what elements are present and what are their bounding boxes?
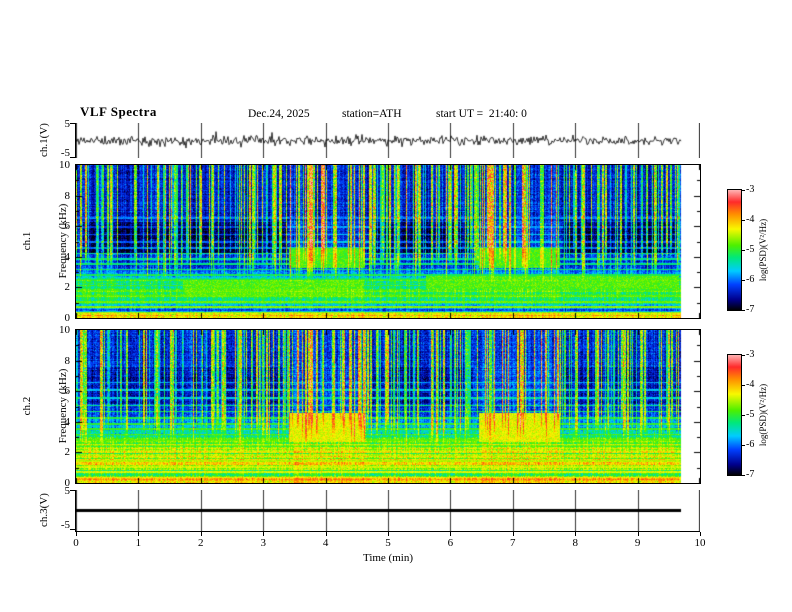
- x-tick-label: 5: [385, 537, 391, 549]
- x-tick-label: 4: [322, 537, 329, 549]
- x-tick-label: 1: [135, 537, 142, 549]
- x-tick-mark: [450, 532, 452, 536]
- colorbar2-tick-mark: [742, 445, 745, 446]
- colorbar1-tick-mark: [742, 190, 745, 191]
- x-tick-label: 10: [694, 537, 706, 549]
- x-tick-mark: [76, 532, 77, 536]
- wave3-ylabel: ch.3(V): [38, 493, 50, 527]
- x-tick-mark: [575, 532, 577, 536]
- xaxis-label: Time (min): [362, 552, 413, 564]
- colorbar1-tick-mark: [742, 280, 745, 281]
- spec2-ytick-label: 8: [64, 354, 71, 367]
- spec1-ytick-label: 10: [59, 159, 70, 171]
- start-ut-label: start UT = 21:40: 0: [436, 108, 527, 120]
- date-label: Dec.24, 2025: [248, 108, 310, 120]
- ch1-spectrogram-canvas: [75, 164, 701, 319]
- colorbar2-tick-mark: [742, 355, 745, 356]
- x-tick-label: 2: [198, 537, 204, 549]
- x-tick-label: 9: [634, 537, 641, 549]
- vlf-spectra-plot: VLF Spectra Dec.24, 2025 station=ATH sta…: [0, 0, 792, 612]
- x-tick-mark: [325, 532, 327, 536]
- colorbar1-tick-label: -6: [746, 274, 755, 285]
- colorbar1-tick-label: -4: [746, 214, 755, 225]
- colorbar2-tick-label: -3: [746, 349, 755, 360]
- spec1-frequency-label: Frequency (kHz): [57, 203, 69, 279]
- x-tick-label: 0: [73, 537, 79, 549]
- x-tick-mark: [388, 532, 389, 536]
- wave3-axis-tick: [70, 490, 76, 491]
- spec1-ytick-label: 4: [64, 250, 71, 263]
- colorbar2-tick-label: -4: [746, 379, 755, 390]
- page-title: VLF Spectra: [80, 104, 157, 119]
- x-tick-mark: [512, 532, 514, 536]
- colorbar1-tick-mark: [742, 250, 745, 251]
- x-tick-mark: [637, 532, 639, 536]
- colorbar2-tick-label: -5: [746, 409, 755, 420]
- ch3-waveform-canvas: [75, 490, 700, 532]
- spec1-channel-label: ch.1: [21, 231, 33, 251]
- spec2-ytick-label: 10: [59, 324, 70, 336]
- spec2-channel-label: ch.2: [21, 396, 33, 416]
- colorbar2-tick-label: -6: [746, 439, 755, 450]
- wave3-axis-tick: [70, 529, 76, 530]
- colorbar2-tick-mark: [742, 475, 745, 476]
- spec2-ytick-label: 0: [64, 477, 71, 489]
- wave1-ylabel: ch.1(V): [38, 123, 50, 157]
- colorbar2-tick-mark: [742, 385, 745, 386]
- wave1-axis-tick: [70, 157, 76, 158]
- colorbar1-tick-label: -3: [746, 184, 755, 195]
- spec1-ytick-label: 0: [64, 312, 71, 324]
- ch1-waveform-canvas: [75, 123, 700, 158]
- wave3-ytick-min: -5: [60, 519, 70, 531]
- colorbar-ch2: [727, 354, 742, 476]
- x-tick-label: 3: [260, 537, 266, 549]
- x-tick-mark: [263, 532, 265, 536]
- colorbar1-tick-label: -5: [746, 244, 755, 255]
- spec1-ylabel: ch.1 Frequency (kHz): [0, 204, 93, 279]
- x-tick-label: 7: [510, 537, 516, 549]
- station-label: station=ATH: [342, 108, 402, 120]
- wave1-ytick-max: 5: [64, 118, 71, 130]
- colorbar1-tick-label: -7: [746, 304, 755, 315]
- x-tick-label: 8: [572, 537, 578, 549]
- spec1-ytick-label: 2: [64, 281, 71, 294]
- spec1-ytick-label: 6: [64, 220, 71, 233]
- x-tick-mark: [700, 532, 701, 536]
- spec2-ytick-label: 2: [64, 446, 71, 459]
- spec2-ylabel: ch.2 Frequency (kHz): [0, 369, 93, 444]
- colorbar1-tick-mark: [742, 310, 745, 311]
- colorbar-ch1: [727, 189, 742, 311]
- x-tick-label: 6: [447, 537, 454, 549]
- x-tick-mark: [138, 532, 140, 536]
- x-tick-mark: [200, 532, 202, 536]
- ch2-spectrogram-canvas: [75, 329, 701, 484]
- colorbar1-tick-mark: [742, 220, 745, 221]
- colorbar2-tick-label: -7: [746, 469, 755, 480]
- colorbar2-label: log(PSD)(V²/Hz): [758, 383, 768, 447]
- spec2-ytick-label: 4: [64, 415, 71, 428]
- spec1-ytick-label: 8: [64, 189, 71, 202]
- spec2-ytick-label: 6: [64, 385, 71, 398]
- colorbar2-tick-mark: [742, 415, 745, 416]
- spec2-frequency-label: Frequency (kHz): [57, 368, 69, 444]
- wave1-axis-tick: [70, 123, 76, 124]
- colorbar1-label: log(PSD)(V²/Hz): [758, 218, 768, 282]
- wave1-ytick-min: -5: [60, 147, 70, 159]
